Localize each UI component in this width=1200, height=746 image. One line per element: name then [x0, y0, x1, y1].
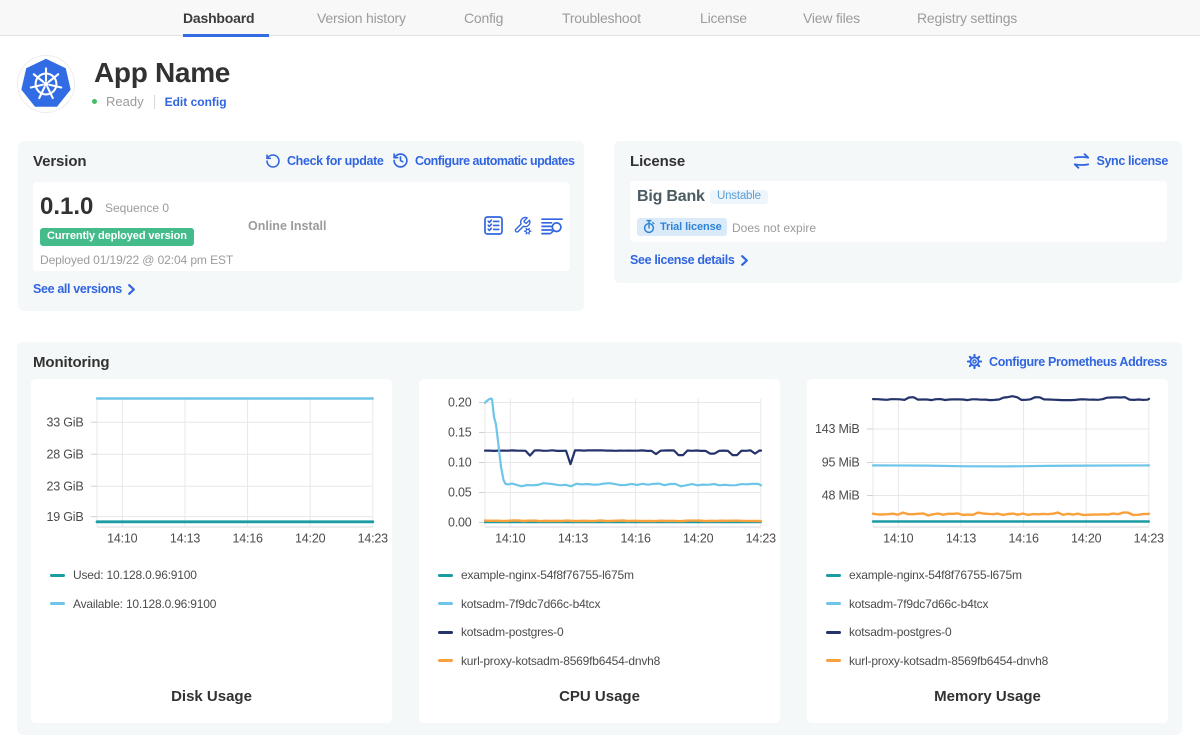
svg-text:0.15: 0.15: [448, 426, 472, 440]
svg-text:19 GiB: 19 GiB: [46, 510, 83, 524]
svg-text:14:10: 14:10: [883, 532, 914, 546]
svg-text:14:20: 14:20: [683, 532, 714, 546]
svg-text:0.20: 0.20: [448, 396, 472, 410]
svg-text:0.05: 0.05: [448, 486, 472, 500]
svg-text:28 GiB: 28 GiB: [46, 447, 83, 461]
svg-text:14:16: 14:16: [620, 532, 651, 546]
svg-text:14:13: 14:13: [946, 532, 977, 546]
svg-text:0.00: 0.00: [448, 516, 472, 530]
svg-text:14:10: 14:10: [495, 532, 526, 546]
svg-text:33 GiB: 33 GiB: [46, 415, 83, 429]
svg-text:14:20: 14:20: [295, 532, 326, 546]
svg-text:14:23: 14:23: [1134, 532, 1165, 546]
svg-text:14:10: 14:10: [107, 532, 138, 546]
svg-text:14:13: 14:13: [170, 532, 201, 546]
svg-text:14:23: 14:23: [358, 532, 389, 546]
svg-text:14:16: 14:16: [1008, 532, 1039, 546]
svg-text:143 MiB: 143 MiB: [815, 422, 859, 436]
svg-text:48 MiB: 48 MiB: [822, 489, 860, 503]
svg-text:14:23: 14:23: [746, 532, 777, 546]
svg-text:14:20: 14:20: [1071, 532, 1102, 546]
svg-text:14:16: 14:16: [232, 532, 263, 546]
svg-text:0.10: 0.10: [448, 456, 472, 470]
svg-text:95 MiB: 95 MiB: [822, 456, 860, 470]
svg-text:14:13: 14:13: [558, 532, 589, 546]
svg-text:23 GiB: 23 GiB: [46, 479, 83, 493]
